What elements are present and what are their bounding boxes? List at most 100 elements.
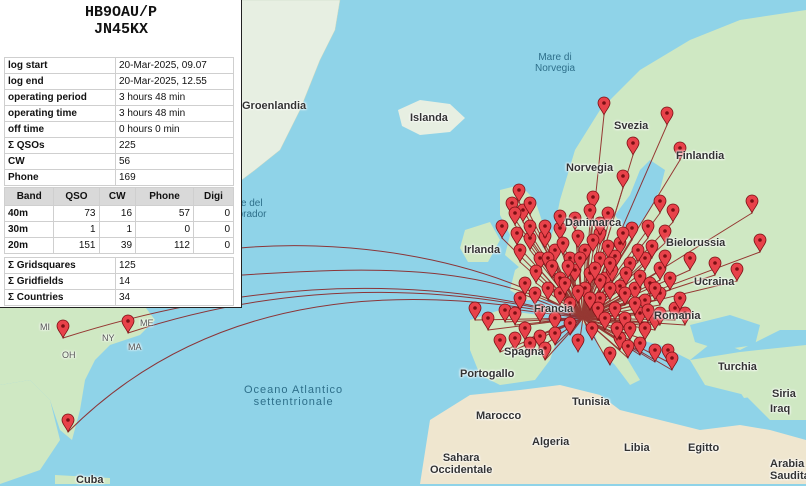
map-pin-dot	[598, 256, 602, 260]
map-pin-dot	[598, 278, 602, 282]
map-pin-dot	[608, 261, 612, 265]
band-table-header-cell: CW	[98, 187, 137, 206]
map-pin-dot	[566, 264, 570, 268]
label-irlanda: Irlanda	[464, 244, 501, 256]
map-pin-dot	[568, 321, 572, 325]
label-oh: OH	[62, 350, 76, 360]
map-pin-dot	[606, 211, 610, 215]
label-ucraina: Ucraina	[694, 276, 735, 288]
map-pin-dot	[528, 201, 532, 205]
log-info-row: CW 56	[4, 153, 234, 170]
map-pin-dot	[624, 271, 628, 275]
locator-title: JN45KX	[93, 21, 148, 38]
map-pin-dot	[590, 326, 594, 330]
map-pin-dot	[500, 224, 504, 228]
map-pin-dot	[598, 296, 602, 300]
map-pin-dot	[561, 241, 565, 245]
log-info-row: Phone 169	[4, 169, 234, 186]
map-pin-dot	[663, 229, 667, 233]
map-pin-dot	[517, 188, 521, 192]
band-table-header-cell: Digi	[193, 187, 234, 206]
map-pin-dot	[558, 291, 562, 295]
map-pin-dot	[638, 341, 642, 345]
band-table-cell: 0	[193, 221, 234, 238]
map-pin-dot	[653, 286, 657, 290]
log-info-label: off time	[4, 121, 116, 138]
map-pin-dot	[628, 326, 632, 330]
map-pin-dot	[608, 351, 612, 355]
map-pin-dot	[618, 284, 622, 288]
summary-label: Σ Countries	[4, 289, 116, 306]
label-spagna: Spagna	[504, 346, 544, 358]
summary-row: Σ Gridsquares 125	[4, 257, 234, 274]
map-pin-dot	[528, 341, 532, 345]
map-pin-dot	[758, 238, 762, 242]
map-pin-dot	[563, 281, 567, 285]
map-pin-dot	[61, 324, 65, 328]
summary-label: Σ Gridfields	[4, 273, 116, 290]
log-info-row: log end 20-Mar-2025, 12.55	[4, 73, 234, 90]
label-francia: Francia	[534, 303, 574, 315]
map-pin-dot	[528, 224, 532, 228]
map-pin-dot	[510, 201, 514, 205]
band-table-cell: 73	[53, 205, 100, 222]
log-summary-panel: HB9OAU/P JN45KX log start 20-Mar-2025, 09…	[0, 0, 242, 308]
map-pin-dot	[518, 248, 522, 252]
map-pin-dot	[486, 316, 490, 320]
map-pin-dot	[638, 274, 642, 278]
map-pin-dot	[628, 261, 632, 265]
log-info-value: 56	[115, 153, 234, 170]
label-danimarca: Danimarca	[565, 217, 622, 229]
map-pin-dot	[513, 336, 517, 340]
map-pin-dot	[573, 268, 577, 272]
log-info-label: operating period	[4, 89, 116, 106]
band-table-cell: 40m	[3, 205, 55, 222]
map-pin-dot	[623, 316, 627, 320]
map-pin-dot	[546, 256, 550, 260]
label-ma: MA	[128, 342, 142, 352]
band-table-row: 30m 1 1 0 0	[3, 221, 234, 238]
label-me: ME	[140, 318, 154, 328]
map-pin-dot	[588, 208, 592, 212]
log-info-label: Σ QSOs	[4, 137, 116, 154]
label-siria: Siria	[772, 388, 796, 400]
map-pin-dot	[630, 226, 634, 230]
map-pin-dot	[578, 256, 582, 260]
map-pin-dot	[568, 256, 572, 260]
map-pin-dot	[653, 348, 657, 352]
map-pin-dot	[658, 266, 662, 270]
map-pin-dot	[521, 208, 525, 212]
map-pin-dot	[583, 248, 587, 252]
map-pin-dot	[553, 248, 557, 252]
map-pin-dot	[615, 326, 619, 330]
log-info-row: Σ QSOs 225	[4, 137, 234, 154]
map-pin-dot	[663, 254, 667, 258]
map-pin-dot	[593, 266, 597, 270]
band-table-cell: 1	[53, 221, 100, 238]
log-info-table: log start 20-Mar-2025, 09.07 log end 20-Mar…	[4, 57, 234, 186]
map-pin-dot	[631, 141, 635, 145]
map-pin-dot	[646, 224, 650, 228]
band-table-cell: 0	[193, 205, 234, 222]
map-pin-dot	[606, 244, 610, 248]
map-pin-dot	[576, 234, 580, 238]
label-romania: Romania	[654, 310, 701, 322]
label-cuba: Cuba	[76, 474, 104, 486]
label-portogallo: Portogallo	[460, 368, 515, 380]
band-table-header-cell: Band	[3, 187, 55, 206]
map-pin-dot	[626, 344, 630, 348]
label-sahara: Sahara Occidentale	[430, 452, 493, 476]
map-pin-dot	[473, 306, 477, 310]
map-pin-dot	[666, 348, 670, 352]
map-pin-dot	[671, 208, 675, 212]
label-oceano-atlantico: Oceano Atlantico settentrionale	[244, 384, 344, 408]
log-info-value: 20-Mar-2025, 12.55	[115, 73, 234, 90]
map-pin-dot	[498, 338, 502, 342]
summary-value: 125	[115, 257, 234, 274]
band-table-cell: 16	[98, 205, 137, 222]
log-info-label: Phone	[4, 169, 116, 186]
map-pin-dot	[613, 254, 617, 258]
map-pin-dot	[543, 224, 547, 228]
log-info-row: log start 20-Mar-2025, 09.07	[4, 57, 234, 74]
map-pin-dot	[553, 316, 557, 320]
